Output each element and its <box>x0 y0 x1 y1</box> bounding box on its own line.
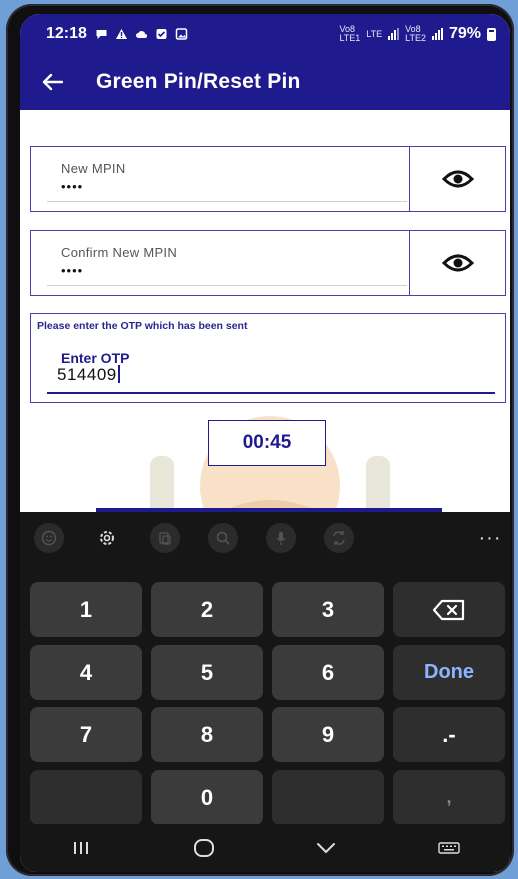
confirm-mpin-visibility-toggle[interactable] <box>409 231 505 295</box>
home-button[interactable] <box>164 824 244 872</box>
confirm-mpin-value[interactable]: •••• <box>61 263 83 278</box>
clipboard-button[interactable] <box>136 512 194 564</box>
empty-key <box>30 770 142 825</box>
key-5[interactable]: 5 <box>151 645 263 700</box>
key-9[interactable]: 9 <box>272 707 384 762</box>
translate-button[interactable] <box>310 512 368 564</box>
app-bar: Green Pin/Reset Pin <box>20 54 510 110</box>
otp-value: 514409 <box>57 365 117 384</box>
key-8[interactable]: 8 <box>151 707 263 762</box>
numeric-keyboard: ··· 1 2 3 4 5 6 Done 7 8 9 .- 0 , <box>20 512 510 825</box>
more-options-button[interactable]: ··· <box>470 512 510 564</box>
new-mpin-visibility-toggle[interactable] <box>409 147 505 211</box>
more-icon: ··· <box>478 526 502 549</box>
new-mpin-label: New MPIN <box>61 161 126 176</box>
new-mpin-value[interactable]: •••• <box>61 179 83 194</box>
status-bar: 12:18 Vo8 LTE1 LTE Vo8 LTE2 79% <box>20 14 510 54</box>
cloud-icon <box>135 31 147 39</box>
back-chevron-icon <box>317 843 336 854</box>
otp-countdown-timer: 00:45 <box>208 420 326 466</box>
signal-bars-icon <box>388 28 400 40</box>
key-2[interactable]: 2 <box>151 582 263 637</box>
back-button[interactable] <box>20 54 84 110</box>
settings-icon <box>100 531 114 545</box>
keyboard-settings-button[interactable] <box>78 512 136 564</box>
backspace-icon <box>432 599 465 620</box>
done-key[interactable]: Done <box>393 645 505 700</box>
key-4[interactable]: 4 <box>30 645 142 700</box>
otp-input[interactable]: 514409 <box>57 365 120 385</box>
screen: 12:18 Vo8 LTE1 LTE Vo8 LTE2 79% Green Pi… <box>20 14 510 872</box>
arrow-left-icon <box>42 73 63 91</box>
dot-dash-key[interactable]: .- <box>393 707 505 762</box>
home-icon <box>193 839 214 857</box>
emoji-icon <box>41 530 57 546</box>
empty-key <box>272 770 384 825</box>
comma-key[interactable]: , <box>393 770 505 825</box>
search-icon <box>216 531 230 545</box>
form-area: New MPIN •••• Confirm New MPIN •••• Plea… <box>20 110 510 580</box>
backspace-key[interactable] <box>393 582 505 637</box>
voice-input-button[interactable] <box>252 512 310 564</box>
otp-hint: Please enter the OTP which has been sent <box>37 320 248 332</box>
network-label-1: Vo8 LTE1 <box>339 24 361 43</box>
key-1[interactable]: 1 <box>30 582 142 637</box>
battery-percent: 79% <box>448 25 481 42</box>
image-icon <box>175 28 188 40</box>
key-7[interactable]: 7 <box>30 707 142 762</box>
page-title: Green Pin/Reset Pin <box>96 70 301 93</box>
system-nav-bar <box>20 824 510 872</box>
text-cursor <box>117 365 120 383</box>
eye-icon <box>441 170 474 188</box>
network-label-2: Vo8 LTE2 <box>405 24 426 43</box>
keyboard-switch-icon <box>438 842 460 854</box>
confirm-mpin-label: Confirm New MPIN <box>61 245 178 260</box>
mic-icon <box>276 532 286 545</box>
emoji-button[interactable] <box>20 512 78 564</box>
otp-label: Enter OTP <box>61 350 130 366</box>
clipboard-icon <box>159 532 171 545</box>
phone-frame: 12:18 Vo8 LTE1 LTE Vo8 LTE2 79% Green Pi… <box>6 4 514 876</box>
battery-icon <box>487 27 496 41</box>
key-3[interactable]: 3 <box>272 582 384 637</box>
new-mpin-underline <box>47 201 407 202</box>
recents-button[interactable] <box>41 824 121 872</box>
status-time: 12:18 <box>46 25 87 42</box>
confirm-mpin-underline <box>47 285 407 286</box>
search-button[interactable] <box>194 512 252 564</box>
key-6[interactable]: 6 <box>272 645 384 700</box>
check-box-icon <box>156 29 167 39</box>
keyboard-toolbar: ··· <box>20 512 510 564</box>
keyboard-switch-button[interactable] <box>409 824 489 872</box>
network-label-lte: LTE <box>366 28 383 39</box>
translate-icon <box>333 531 345 545</box>
nav-back-button[interactable] <box>286 824 366 872</box>
otp-underline <box>47 392 495 394</box>
key-0[interactable]: 0 <box>151 770 263 825</box>
signal-bars-icon <box>431 28 443 40</box>
warning-icon <box>115 29 127 39</box>
confirm-mpin-field[interactable]: Confirm New MPIN •••• <box>30 230 506 296</box>
notification-icons <box>95 28 188 40</box>
chat-bubble-icon <box>96 30 107 39</box>
new-mpin-field[interactable]: New MPIN •••• <box>30 146 506 212</box>
eye-icon <box>441 254 474 272</box>
status-right: Vo8 LTE1 LTE Vo8 LTE2 79% <box>339 25 496 43</box>
recents-icon <box>74 842 89 854</box>
otp-section: Please enter the OTP which has been sent… <box>30 313 506 403</box>
